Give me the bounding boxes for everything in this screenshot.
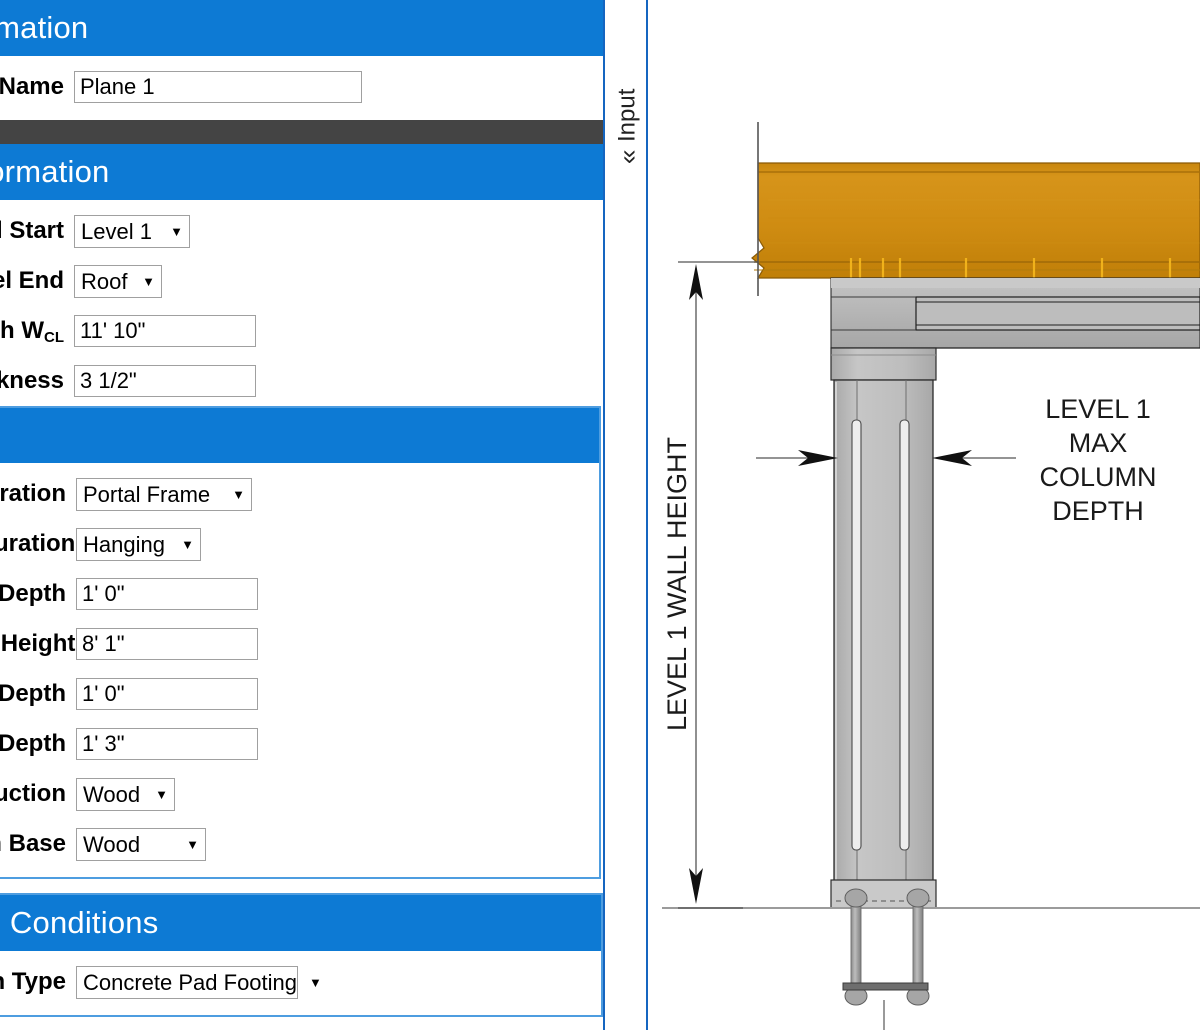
select-wall-configuration[interactable]: Portal Frame ▼ xyxy=(76,478,252,511)
label-wall-thickness: Wall Thickness xyxy=(0,369,74,393)
field-row-level-start: Level Start Level 1 ▼ xyxy=(0,206,603,256)
input-panel-content: Plane Information Name Plane 1 Level 1 I… xyxy=(0,0,603,1030)
field-row-left-column-depth: Left Column Depth 1' 0" xyxy=(0,569,599,619)
wood-roof-beam xyxy=(752,163,1200,278)
field-row-level-end: Level End Roof ▼ xyxy=(0,256,603,306)
select-wall-configuration-value: Portal Frame xyxy=(83,479,210,510)
chevron-down-icon: ▼ xyxy=(174,838,199,851)
select-foundation-type[interactable]: Concrete Pad Footing ▼ xyxy=(76,966,298,999)
field-row-clear-opening-height: Clear Opening Height 8' 1" xyxy=(0,619,599,669)
input-width-wcl[interactable]: 11' 10" xyxy=(74,315,256,347)
label-clear-opening-height: Clear Opening Height xyxy=(0,632,76,656)
field-row-foundation-type: Foundation Type Concrete Pad Footing ▼ xyxy=(0,957,601,1007)
panel-collapse-tab-content: « Input xyxy=(605,0,650,170)
application-window: Plane Information Name Plane 1 Level 1 I… xyxy=(0,0,1200,1030)
header-beam xyxy=(831,278,1200,348)
section-body-foundation-conditions: Foundation Type Concrete Pad Footing ▼ xyxy=(0,951,601,1015)
select-construction[interactable]: Wood ▼ xyxy=(76,778,175,811)
select-column-base-value: Wood xyxy=(83,829,140,860)
label-left-column-depth: Left Column Depth xyxy=(0,582,76,606)
label-header-depth: Header Depth xyxy=(0,732,76,756)
chevron-down-icon: ▼ xyxy=(169,538,194,551)
note-line-3: COLUMN xyxy=(1039,462,1156,492)
chevron-down-icon: ▼ xyxy=(130,275,155,288)
select-column-base[interactable]: Wood ▼ xyxy=(76,828,206,861)
field-row-header-depth: Header Depth 1' 3" xyxy=(0,719,599,769)
input-wall-thickness[interactable]: 3 1/2" xyxy=(74,365,256,397)
section-body-story-1: Wall Configuration Portal Frame ▼ Header… xyxy=(0,463,599,877)
label-wall-configuration: Wall Configuration xyxy=(0,482,76,506)
select-level-end[interactable]: Roof ▼ xyxy=(74,265,162,298)
section-plane-information: Plane Information Name Plane 1 xyxy=(0,0,603,120)
input-plane-name[interactable]: Plane 1 xyxy=(74,71,362,103)
portal-frame-column xyxy=(834,380,933,900)
dimension-max-column-depth: LEVEL 1 MAX COLUMN DEPTH xyxy=(756,394,1157,526)
panel-collapse-tab[interactable]: « Input xyxy=(603,0,648,1030)
field-row-header-configuration: Header Configuration Hanging ▼ xyxy=(0,519,599,569)
select-header-configuration[interactable]: Hanging ▼ xyxy=(76,528,201,561)
input-header-depth[interactable]: 1' 3" xyxy=(76,728,258,760)
label-level-start: Level Start xyxy=(0,219,74,243)
label-construction: Construction xyxy=(0,782,76,806)
chevron-down-icon: ▼ xyxy=(297,976,322,989)
field-row-construction: Construction Wood ▼ xyxy=(0,769,599,819)
section-divider-band xyxy=(0,120,603,144)
column-cap xyxy=(831,348,936,380)
field-row-wall-thickness: Wall Thickness 3 1/2" xyxy=(0,356,603,406)
input-panel: Plane Information Name Plane 1 Level 1 I… xyxy=(0,0,603,1030)
section-header-story-1: Story 1 xyxy=(0,408,599,463)
section-foundation-conditions: Foundation Conditions Foundation Type Co… xyxy=(0,893,603,1017)
select-header-configuration-value: Hanging xyxy=(83,529,165,560)
panel-collapse-tab-label: Input xyxy=(616,88,640,141)
chevron-down-icon: ▼ xyxy=(143,788,168,801)
input-left-column-depth[interactable]: 1' 0" xyxy=(76,578,258,610)
drawing-viewport[interactable]: LEVEL 1 WALL HEIGHT LEVEL 1 MAX COLUMN D… xyxy=(648,0,1200,1030)
label-level-end: Level End xyxy=(0,269,74,293)
chevron-double-left-icon[interactable]: « xyxy=(615,150,641,164)
portal-frame-elevation-drawing: LEVEL 1 WALL HEIGHT LEVEL 1 MAX COLUMN D… xyxy=(648,0,1200,1030)
field-row-name: Name Plane 1 xyxy=(0,62,603,112)
section-level-1-information: Level 1 Information Level Start Level 1 … xyxy=(0,144,603,887)
section-header-level-1-information: Level 1 Information xyxy=(0,144,603,200)
note-line-4: DEPTH xyxy=(1052,496,1144,526)
section-body-plane-information: Name Plane 1 xyxy=(0,56,603,120)
select-level-end-value: Roof xyxy=(81,266,127,297)
label-header-configuration: Header Configuration xyxy=(0,532,76,556)
section-body-level-1-information: Level Start Level 1 ▼ Level End Roof ▼ xyxy=(0,200,603,887)
label-right-column-depth: Right Column Depth xyxy=(0,682,76,706)
label-width-wcl: Width WCL xyxy=(0,319,74,343)
chevron-down-icon: ▼ xyxy=(158,225,183,238)
input-right-column-depth[interactable]: 1' 0" xyxy=(76,678,258,710)
select-level-start-value: Level 1 xyxy=(81,216,152,247)
label-name: Name xyxy=(0,75,74,99)
dimension-wall-height-label: LEVEL 1 WALL HEIGHT xyxy=(662,437,692,731)
label-foundation-type: Foundation Type xyxy=(0,970,76,994)
dimension-max-column-depth-note: LEVEL 1 MAX COLUMN DEPTH xyxy=(1039,394,1156,526)
anchor-bolt-assembly xyxy=(843,889,929,1030)
select-construction-value: Wood xyxy=(83,779,140,810)
field-row-wall-configuration: Wall Configuration Portal Frame ▼ xyxy=(0,469,599,519)
select-level-start[interactable]: Level 1 ▼ xyxy=(74,215,190,248)
section-story-1: Story 1 Wall Configuration Portal Frame … xyxy=(0,406,601,879)
note-line-1: LEVEL 1 xyxy=(1045,394,1151,424)
input-clear-opening-height[interactable]: 8' 1" xyxy=(76,628,258,660)
field-row-width-wcl: Width WCL 11' 10" xyxy=(0,306,603,356)
note-line-2: MAX xyxy=(1069,428,1128,458)
dimension-wall-height: LEVEL 1 WALL HEIGHT xyxy=(662,262,758,908)
label-column-base: Column Base xyxy=(0,832,76,856)
field-row-column-base: Column Base Wood ▼ xyxy=(0,819,599,869)
section-header-plane-information: Plane Information xyxy=(0,0,603,56)
field-row-right-column-depth: Right Column Depth 1' 0" xyxy=(0,669,599,719)
select-foundation-type-value: Concrete Pad Footing xyxy=(83,967,297,998)
chevron-down-icon: ▼ xyxy=(220,488,245,501)
section-header-foundation-conditions: Foundation Conditions xyxy=(0,895,601,951)
